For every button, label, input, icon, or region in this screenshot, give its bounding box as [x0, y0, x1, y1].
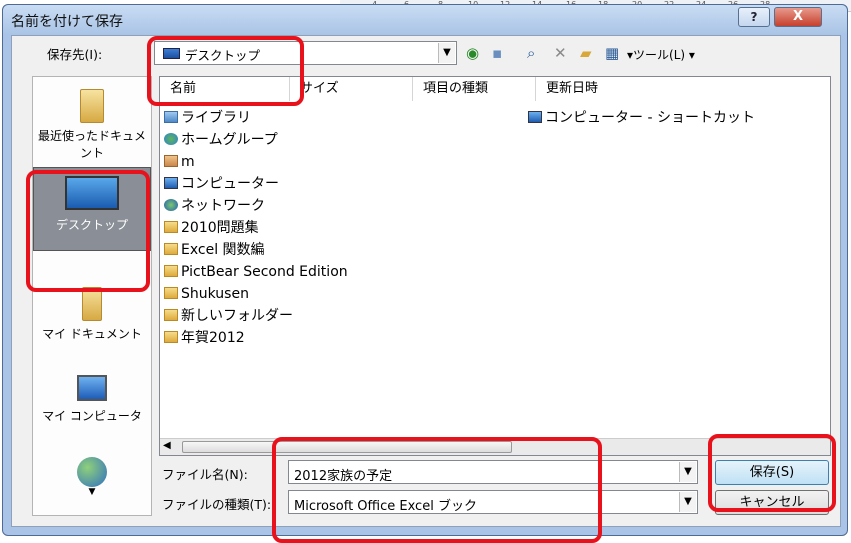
- tools-menu[interactable]: ▾ツール(L) ▾: [627, 46, 695, 63]
- up-folder-icon[interactable]: ▪: [492, 44, 502, 62]
- folder-icon: [164, 309, 178, 321]
- column-header-type[interactable]: 項目の種類: [413, 77, 536, 101]
- place-my-computer[interactable]: マイ コンピュータ: [33, 375, 151, 424]
- back-icon[interactable]: ◉: [466, 44, 479, 62]
- places-bar: 最近使ったドキュメント デスクトップ マイ ドキュメント マイ コンピュータ ▼: [32, 76, 152, 516]
- column-header-date[interactable]: 更新日時: [536, 77, 659, 101]
- library-icon: [164, 111, 178, 123]
- annotation-desktop-place: [26, 170, 150, 292]
- list-item-shortcut[interactable]: コンピューター - ショートカット: [528, 107, 755, 129]
- folder-icon: [164, 265, 178, 277]
- list-item[interactable]: 新しいフォルダー: [164, 305, 293, 327]
- folder-icon: [164, 243, 178, 255]
- list-item[interactable]: m: [164, 151, 195, 173]
- column-header-size[interactable]: サイズ: [290, 77, 413, 101]
- views-icon[interactable]: ▦: [605, 44, 619, 62]
- my-documents-icon: [82, 287, 102, 321]
- scroll-down-icon[interactable]: ▼: [33, 487, 151, 497]
- list-item[interactable]: コンピューター: [164, 173, 279, 195]
- chevron-down-icon[interactable]: ▼: [438, 43, 455, 63]
- list-item[interactable]: ホームグループ: [164, 129, 278, 151]
- dialog-titlebar[interactable]: 名前を付けて保存 ? X: [3, 5, 847, 35]
- help-button[interactable]: ?: [738, 7, 770, 27]
- folder-icon: [164, 331, 178, 343]
- chevron-down-icon[interactable]: ▼: [679, 492, 696, 512]
- list-item[interactable]: PictBear Second Edition: [164, 261, 348, 283]
- annotation-save-in: [147, 36, 304, 106]
- dialog-title: 名前を付けて保存: [11, 14, 123, 30]
- place-label: マイ ドキュメント: [42, 327, 142, 341]
- list-item[interactable]: Excel 関数編: [164, 239, 265, 261]
- list-item[interactable]: 年賀2012: [164, 327, 245, 349]
- annotation-filename-fields: [272, 437, 602, 543]
- folder-icon: [164, 221, 178, 233]
- close-button[interactable]: X: [774, 7, 822, 27]
- save-in-label: 保存先(I):: [47, 47, 103, 62]
- user-folder-icon: [164, 155, 178, 167]
- place-label: 最近使ったドキュメント: [37, 129, 146, 160]
- new-folder-icon[interactable]: ▰: [580, 44, 592, 62]
- filename-label: ファイル名(N):: [162, 467, 248, 482]
- place-my-documents[interactable]: マイ ドキュメント: [33, 287, 151, 342]
- list-item[interactable]: 2010問題集: [164, 217, 259, 239]
- homegroup-icon: [164, 133, 178, 145]
- network-globe-icon: [77, 457, 107, 487]
- folder-icon: [164, 287, 178, 299]
- computer-icon: [164, 177, 178, 189]
- computer-shortcut-icon: [528, 111, 542, 123]
- file-list[interactable]: 名前 サイズ 項目の種類 更新日時 ライブラリ ホームグループ m コンピュータ…: [159, 76, 831, 456]
- list-item[interactable]: Shukusen: [164, 283, 249, 305]
- chevron-down-icon[interactable]: ▼: [679, 462, 696, 482]
- delete-icon[interactable]: ✕: [554, 44, 567, 62]
- annotation-save-button: [708, 434, 836, 512]
- place-label: マイ コンピュータ: [42, 409, 142, 423]
- my-computer-icon: [77, 375, 107, 401]
- list-item[interactable]: ネットワーク: [164, 195, 265, 217]
- network-icon: [164, 199, 178, 211]
- recent-folder-icon: [80, 89, 104, 123]
- place-network[interactable]: ▼: [33, 457, 151, 497]
- place-recent[interactable]: 最近使ったドキュメント: [33, 89, 151, 161]
- filetype-label: ファイルの種類(T):: [162, 497, 272, 512]
- list-item[interactable]: ライブラリ: [164, 107, 251, 129]
- scroll-left-icon[interactable]: ◀: [163, 440, 171, 451]
- search-web-icon[interactable]: ⌕: [527, 44, 535, 62]
